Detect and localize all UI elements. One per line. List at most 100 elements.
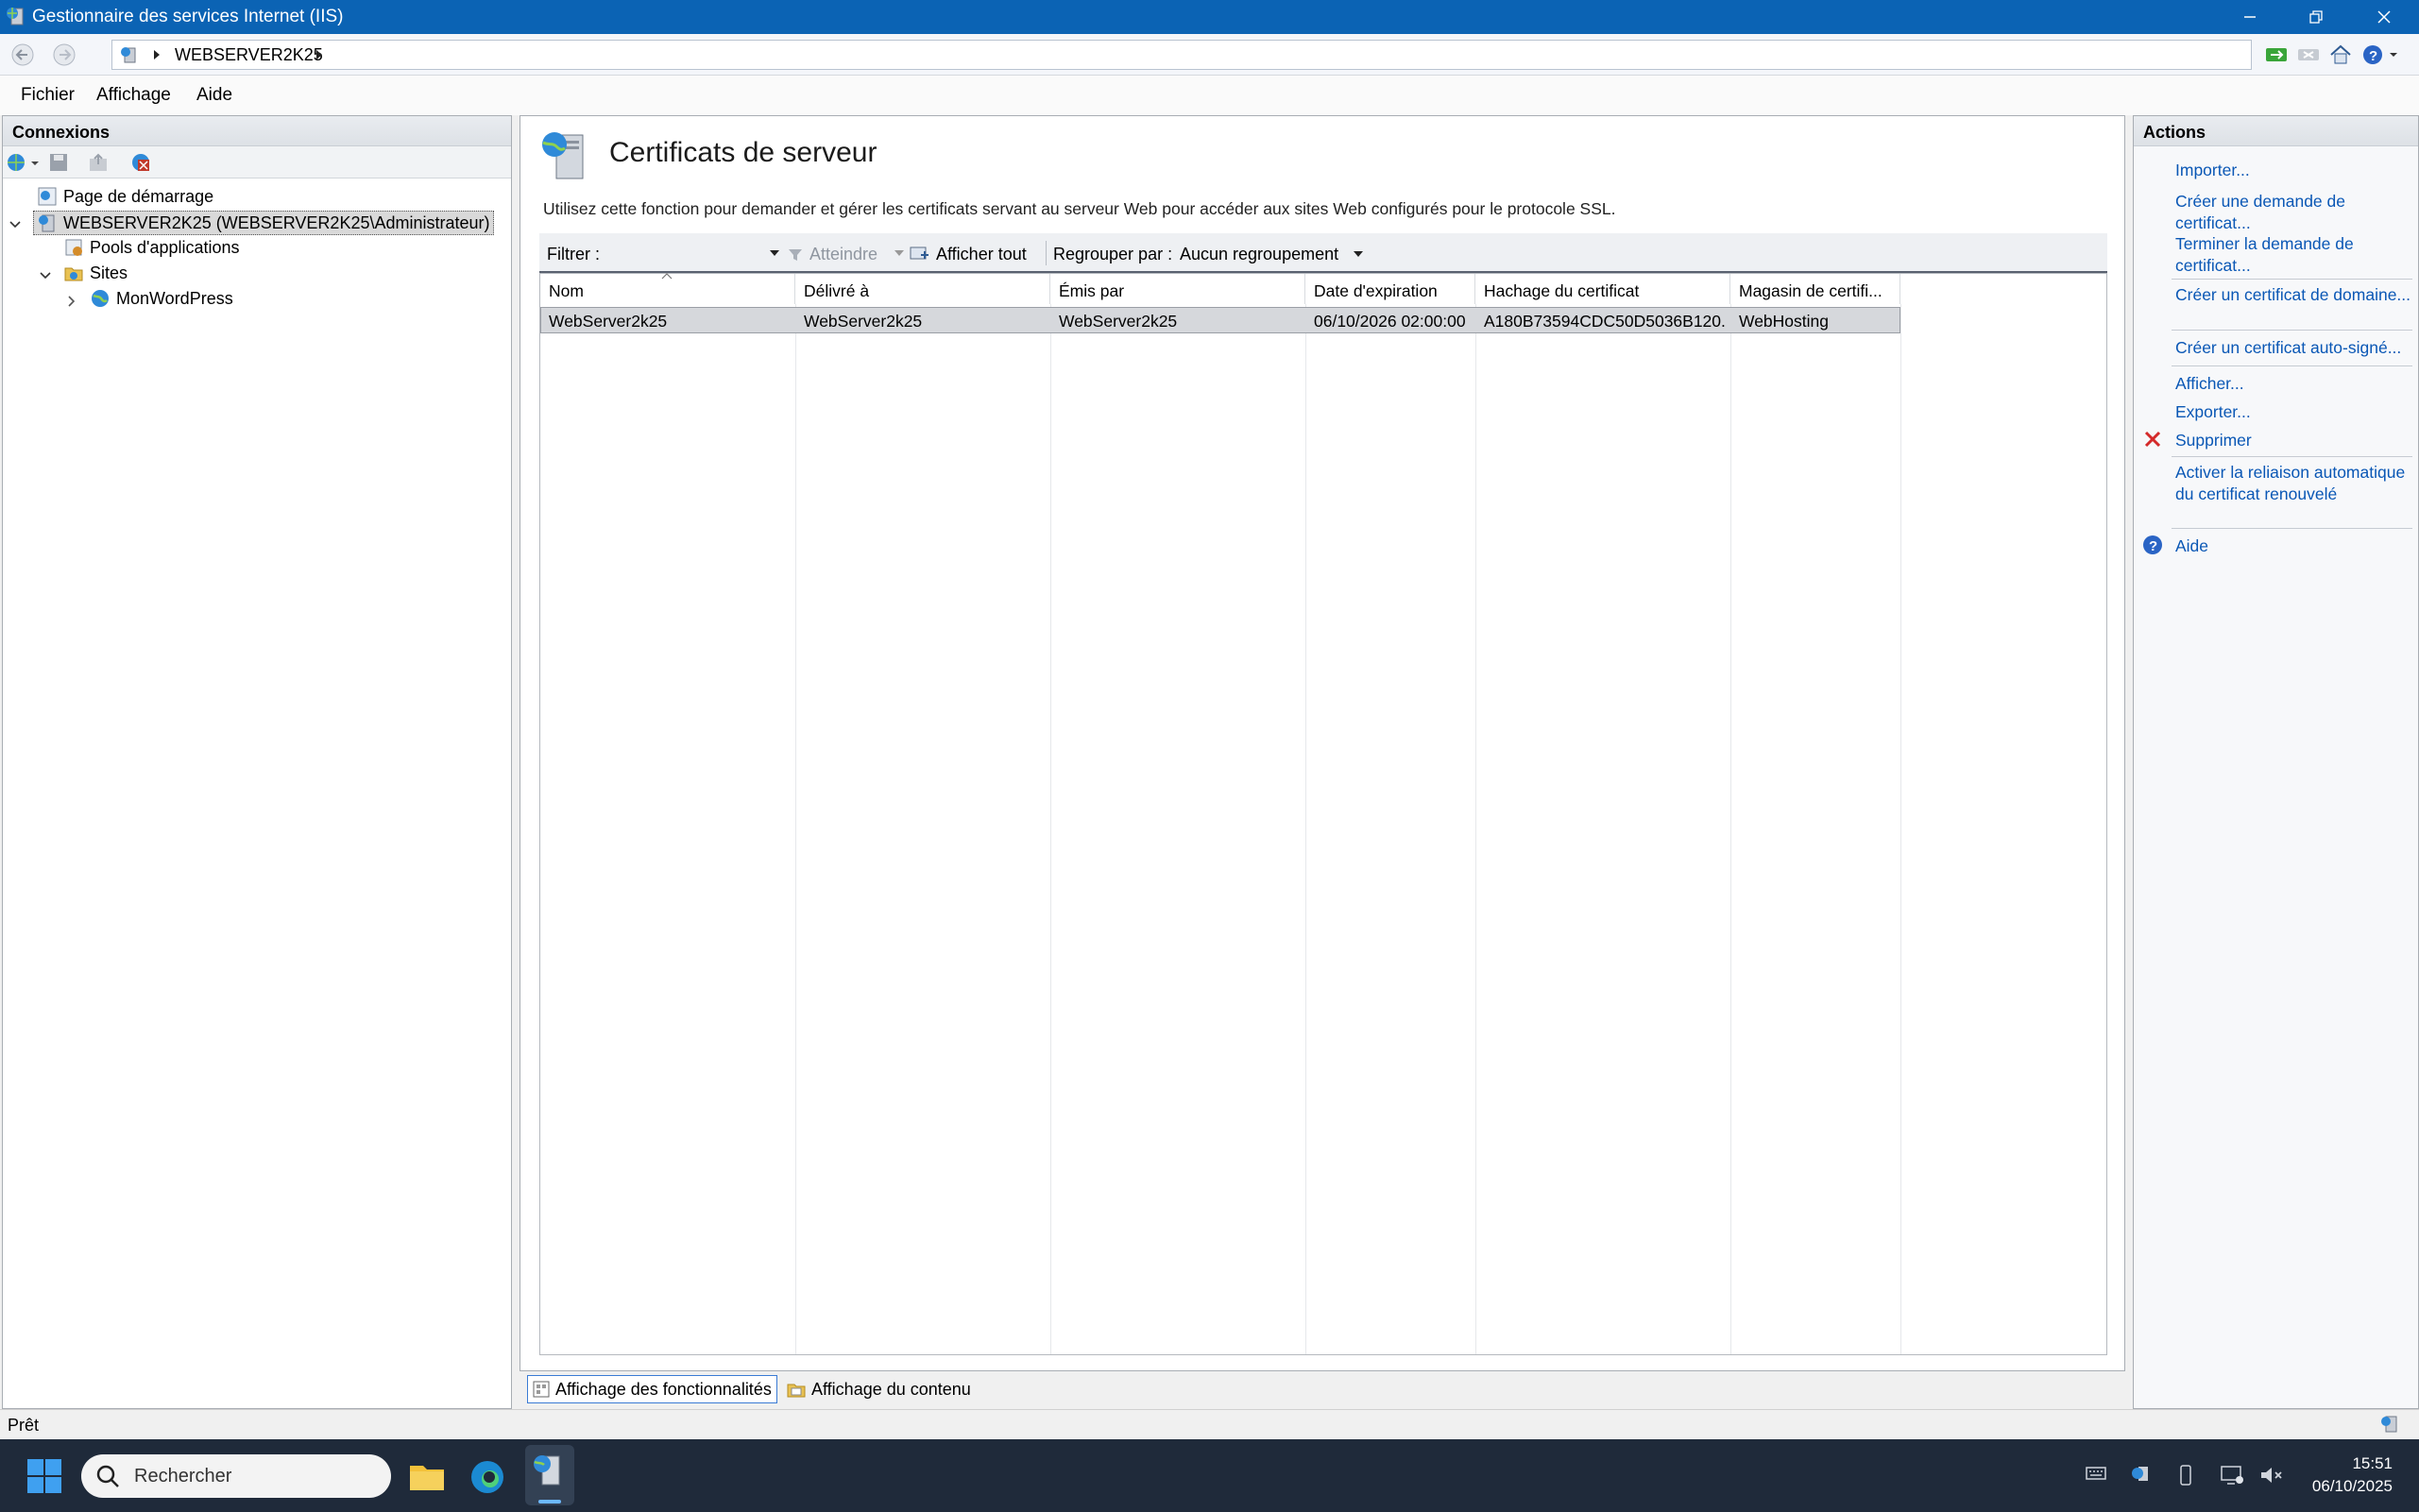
menu-bar: Fichier Affichage Aide	[0, 76, 2419, 115]
funnel-icon	[787, 246, 804, 263]
content-view-icon	[787, 1381, 806, 1398]
tree-start-page[interactable]: Page de démarrage	[37, 186, 213, 207]
help-dropdown-icon[interactable]: ?	[2361, 42, 2397, 68]
server-manager-tray-icon[interactable]	[2129, 1464, 2154, 1485]
column-header-hash[interactable]: Hachage du certificat	[1475, 274, 1730, 304]
forward-button[interactable]	[49, 40, 79, 70]
stop-icon[interactable]	[2295, 42, 2322, 68]
action-delete[interactable]: Supprimer	[2175, 430, 2411, 451]
tab-content-view[interactable]: Affichage du contenu	[782, 1375, 976, 1403]
chevron-down-icon[interactable]	[39, 269, 52, 282]
connect-globe-icon[interactable]	[7, 152, 39, 173]
column-header-expiration[interactable]: Date d'expiration	[1305, 274, 1475, 304]
group-by-select[interactable]: Aucun regroupement	[1180, 245, 1364, 264]
action-import[interactable]: Importer...	[2175, 160, 2411, 181]
chevron-down-icon[interactable]	[9, 218, 22, 231]
restore-button[interactable]	[2284, 0, 2348, 34]
minimize-button[interactable]	[2218, 0, 2282, 34]
cell-store: WebHosting	[1739, 312, 1830, 331]
taskbar-search[interactable]: Rechercher	[81, 1454, 391, 1498]
iis-taskbar-button[interactable]	[525, 1445, 574, 1505]
tree-sites[interactable]: Sites	[63, 263, 128, 283]
column-header-name[interactable]: Nom	[540, 274, 795, 304]
status-bar: Prêt	[0, 1409, 2419, 1439]
tree-site-monwordpress[interactable]: MonWordPress	[90, 288, 233, 309]
address-bar: WEBSERVER2K25 ?	[0, 34, 2419, 76]
chevron-down-icon[interactable]	[770, 250, 779, 258]
network-icon[interactable]	[2220, 1464, 2244, 1487]
clock-time: 15:51	[2352, 1454, 2393, 1472]
globe-icon	[90, 288, 111, 309]
chevron-right-icon[interactable]	[65, 295, 78, 308]
tree-server-label: WEBSERVER2K25 (WEBSERVER2K25\Administrat…	[63, 212, 490, 232]
server-icon	[120, 45, 139, 64]
tree-server[interactable]: WEBSERVER2K25 (WEBSERVER2K25\Administrat…	[33, 211, 494, 235]
show-all-label: Afficher tout	[936, 245, 1027, 263]
refresh-icon[interactable]	[2263, 42, 2290, 68]
search-placeholder: Rechercher	[134, 1466, 232, 1487]
disconnect-icon[interactable]	[129, 152, 152, 173]
menu-help[interactable]: Aide	[196, 85, 232, 106]
tab-features-view[interactable]: Affichage des fonctionnalités	[527, 1375, 777, 1403]
iis-app-icon	[6, 6, 26, 26]
save-icon[interactable]	[48, 152, 69, 173]
close-button[interactable]	[2352, 0, 2416, 34]
taskbar-clock[interactable]: 15:51 06/10/2025	[2312, 1453, 2393, 1498]
chevron-right-icon[interactable]	[315, 49, 324, 60]
chevron-down-icon	[1354, 250, 1364, 259]
action-create-selfsigned[interactable]: Créer un certificat auto-signé...	[2175, 337, 2419, 359]
server-icon	[37, 212, 58, 233]
action-view[interactable]: Afficher...	[2175, 373, 2411, 395]
edge-browser-icon[interactable]	[468, 1458, 506, 1496]
usb-icon[interactable]	[2176, 1464, 2195, 1487]
cell-issued-by: WebServer2k25	[1059, 312, 1178, 331]
windows-start-icon[interactable]	[26, 1458, 62, 1494]
folder-icon	[63, 263, 84, 283]
actions-separator	[2172, 365, 2412, 366]
menu-view[interactable]: Affichage	[96, 85, 171, 106]
cell-hash: A180B73594CDC50D5036B120...	[1484, 312, 1726, 331]
tree-app-pools-label: Pools d'applications	[90, 237, 240, 257]
chevron-right-icon[interactable]	[152, 49, 162, 60]
action-create-domain-cert[interactable]: Créer un certificat de domaine...	[2175, 284, 2411, 306]
view-tabs: Affichage des fonctionnalités Affichage …	[520, 1371, 2125, 1409]
connections-header: Connexions	[3, 116, 511, 146]
back-button[interactable]	[8, 40, 38, 70]
help-icon: ?	[2141, 534, 2164, 556]
filter-input[interactable]	[613, 239, 781, 267]
action-help[interactable]: Aide	[2175, 535, 2411, 557]
up-folder-icon[interactable]	[88, 152, 109, 173]
cell-expiration: 06/10/2026 02:00:00	[1314, 312, 1466, 331]
tree-app-pools[interactable]: Pools d'applications	[63, 237, 240, 258]
action-export[interactable]: Exporter...	[2175, 401, 2411, 423]
volume-muted-icon[interactable]	[2259, 1464, 2284, 1487]
filter-label: Filtrer :	[547, 245, 600, 263]
menu-file[interactable]: Fichier	[21, 85, 75, 106]
breadcrumb-server[interactable]: WEBSERVER2K25	[175, 45, 323, 65]
window-title: Gestionnaire des services Internet (IIS)	[32, 7, 344, 26]
tab-features-label: Affichage des fonctionnalités	[555, 1379, 772, 1399]
column-header-issued-by[interactable]: Émis par	[1050, 274, 1305, 304]
action-complete-request[interactable]: Terminer la demande de certificat...	[2175, 233, 2411, 276]
table-row[interactable]: WebServer2k25 WebServer2k25 WebServer2k2…	[540, 307, 1900, 333]
show-all-button[interactable]: Afficher tout	[910, 245, 1027, 264]
actions-separator	[2172, 528, 2412, 529]
column-header-issued-to[interactable]: Délivré à	[795, 274, 1050, 304]
go-button[interactable]: Atteindre	[787, 245, 877, 264]
action-create-request[interactable]: Créer une demande de certificat...	[2175, 191, 2411, 233]
action-auto-rebind[interactable]: Activer la reliaison automatique du cert…	[2175, 462, 2411, 504]
start-page-icon	[37, 186, 58, 207]
tab-content-label: Affichage du contenu	[811, 1379, 971, 1399]
filter-bar: Filtrer : Atteindre Afficher tout Regrou…	[539, 233, 2107, 273]
show-all-icon	[910, 246, 930, 264]
certificates-table: Nom Délivré à Émis par Date d'expiration…	[539, 273, 2107, 1355]
taskbar: Rechercher 15:51 06/10/2025	[0, 1439, 2419, 1512]
group-by-value: Aucun regroupement	[1180, 245, 1339, 263]
chevron-down-icon[interactable]	[894, 250, 904, 258]
actions-separator	[2172, 330, 2412, 331]
address-breadcrumb[interactable]: WEBSERVER2K25	[111, 40, 2252, 70]
column-header-store[interactable]: Magasin de certifi...	[1730, 274, 1900, 304]
keyboard-icon[interactable]	[2086, 1464, 2106, 1483]
file-explorer-icon[interactable]	[408, 1458, 446, 1494]
home-icon[interactable]	[2327, 42, 2354, 68]
